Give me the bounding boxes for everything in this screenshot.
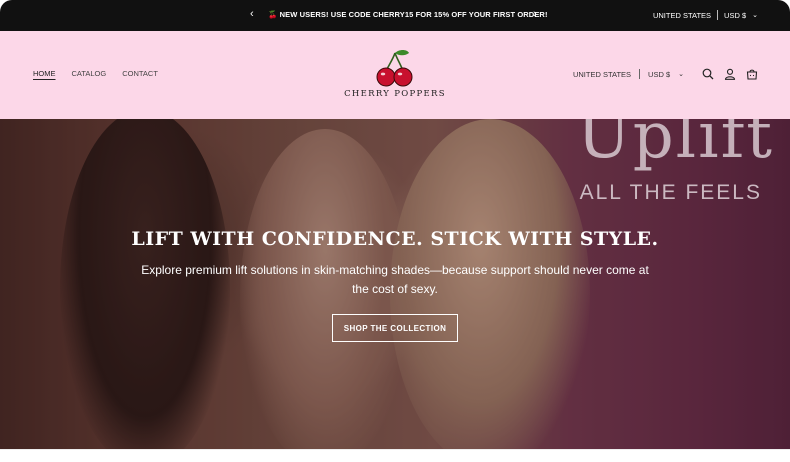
cherry-icon [376,50,413,87]
announcement-message: 🍒 NEW USERS! USE CODE CHERRY15 FOR 15% O… [268,10,548,19]
chevron-right-icon[interactable]: › [533,8,537,20]
hero-background-subtext: ALL THE FEELS [579,181,762,204]
site-header: HOME CATALOG CONTACT CHERRY POPPERS UNIT… [0,31,790,119]
header-utilities: UNITED STATES USD $ ⌄ [573,68,758,80]
announcement-locale-selector[interactable]: UNITED STATES USD $ ⌄ [653,10,758,20]
cart-icon[interactable] [746,68,758,80]
account-icon[interactable] [724,68,736,80]
header-country-selector[interactable]: UNITED STATES [573,70,631,79]
chevron-left-icon[interactable]: ‹ [250,8,254,20]
brand-name: CHERRY POPPERS [344,89,446,99]
shop-collection-button[interactable]: SHOP THE COLLECTION [332,314,458,342]
hero-background-text: Uplift [576,119,774,173]
currency-label[interactable]: USD $ [724,11,746,20]
country-label[interactable]: UNITED STATES [653,11,711,20]
divider [639,69,641,79]
chevron-down-icon[interactable]: ⌄ [752,11,758,19]
nav-item-catalog[interactable]: CATALOG [72,69,107,78]
main-nav: HOME CATALOG CONTACT [33,69,158,78]
nav-item-home[interactable]: HOME [33,69,56,78]
chevron-down-icon[interactable]: ⌄ [678,70,684,78]
hero-banner: Uplift ALL THE FEELS LIFT WITH CONFIDENC… [0,119,790,449]
nav-item-contact[interactable]: CONTACT [122,69,158,78]
header-currency-selector[interactable]: USD $ [648,70,670,79]
brand-logo[interactable]: CHERRY POPPERS [343,49,447,105]
browser-page: ‹ 🍒 NEW USERS! USE CODE CHERRY15 FOR 15%… [0,0,790,462]
search-icon[interactable] [702,68,714,80]
announcement-bar: ‹ 🍒 NEW USERS! USE CODE CHERRY15 FOR 15%… [0,0,790,31]
page-continuation [0,449,790,462]
hero-headline: LIFT WITH CONFIDENCE. STICK WITH STYLE. [131,228,659,250]
divider [717,10,719,20]
hero-subheadline: Explore premium lift solutions in skin-m… [141,263,649,296]
header-icons [702,68,758,80]
